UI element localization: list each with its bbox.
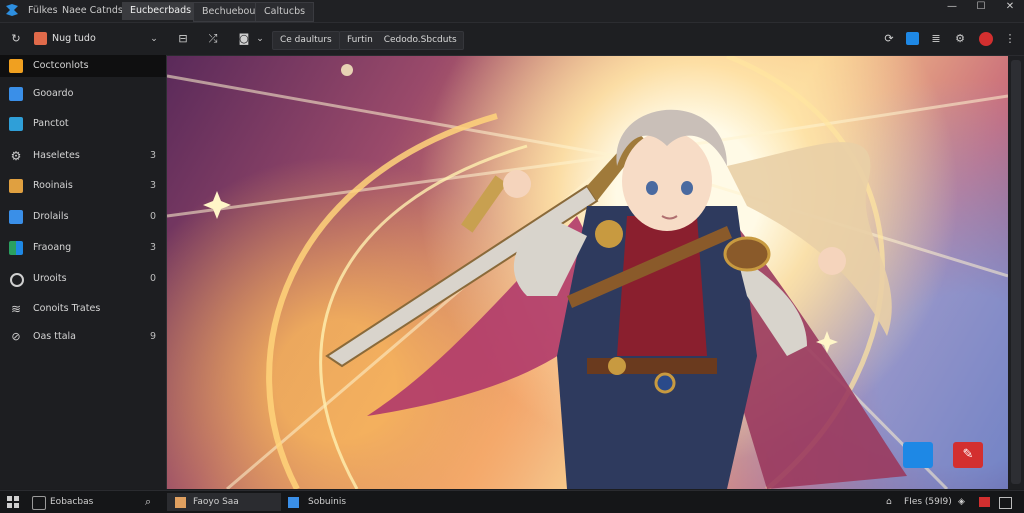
sidebar-item-count: 3 [149,242,156,253]
sidebar-item-9[interactable]: ⊘ Oas ttala 9 [0,326,166,348]
sidebar-item-label: Fraoang [33,242,72,253]
sidebar-item-label: Oas ttala [33,331,77,342]
alert-tray-icon[interactable] [979,497,990,507]
sidebar-item-count: 9 [149,331,156,342]
history-icon: ⊘ [11,330,21,343]
sidebar: Coctconlots Gooardo Panctot ⚙ Haseletes … [0,55,167,489]
sidebar-item-label: Gooardo [33,88,74,99]
notification-icon[interactable]: ⌂ [886,493,892,511]
toolbar: ↻ Nug tudo ⌄ ⊟ ⤮ ◙ ⌄ Ce daulturs Furtin … [0,23,1024,56]
app-icon [175,497,186,508]
sidebar-item-3[interactable]: ⚙ Haseletes 3 [0,145,166,167]
taskbar-app-label: Faoyo Saa [193,497,239,507]
sidebar-item-count: 3 [149,150,156,161]
list-icon[interactable]: ≣ [928,31,944,47]
maximize-button[interactable]: ☐ [967,0,995,14]
sidebar-item-0[interactable]: Coctconlots [0,55,166,77]
panel-icon[interactable]: ⊟ [175,31,191,47]
sidebar-item-1[interactable]: Gooardo [0,83,166,105]
image-icon [9,210,23,224]
cube-icon [9,87,23,101]
minimize-button[interactable]: — [938,0,966,14]
globe-icon [10,273,24,287]
menu-tab-5[interactable]: Caltucbs [255,2,315,22]
monitor-icon [9,117,23,131]
share-icon[interactable] [906,32,919,45]
sidebar-item-label: Coctconlots [33,60,89,71]
taskbar-app-1[interactable]: Faoyo Saa [167,493,281,511]
chevron-down-icon[interactable]: ⌄ [252,31,268,47]
sidebar-item-label: Urooits [33,273,67,284]
settings-icon[interactable]: ⚙ [952,31,968,47]
camera-icon[interactable]: ◙ [236,31,252,47]
sidebar-item-7[interactable]: Urooits 0 [0,268,166,290]
taskbar-app-label: Sobuinis [308,497,347,507]
sidebar-item-label: Conoits Trates [33,303,101,314]
scrollbar-thumb[interactable] [1011,60,1021,484]
search-icon[interactable]: ⌕ [145,493,151,511]
refresh-icon[interactable]: ↻ [8,31,24,47]
account-label[interactable]: Nug tudo [52,32,96,46]
taskbar-app-2[interactable]: Sobuinis [284,493,384,511]
sidebar-item-count: 3 [149,180,156,191]
app-icon [288,497,299,508]
folder-icon [9,59,23,73]
document-icon [9,179,23,193]
close-button[interactable]: ✕ [996,0,1024,14]
account-icon [34,32,47,45]
book-icon [9,241,23,255]
sidebar-item-count: 0 [149,273,156,284]
search-label[interactable]: Eobacbas [50,493,93,511]
tag-pill-label-a: Furtin [347,35,373,45]
network-icon[interactable]: ◈ [958,493,965,511]
sidebar-item-8[interactable]: ≋ Conoits Trates [0,298,166,320]
task-view-icon[interactable] [32,496,46,510]
menu-tab-2[interactable]: Naee Catnds [54,2,131,20]
app-logo-icon [5,3,19,17]
sidebar-item-label: Drolails [33,211,69,222]
more-icon[interactable]: ⋮ [1002,31,1018,47]
layers-icon: ≋ [10,302,22,316]
tag-pill-label-b: Cedodo.Sbcduts [383,35,457,45]
alert-icon[interactable] [979,32,993,46]
sidebar-item-5[interactable]: Drolails 0 [0,206,166,228]
sidebar-item-label: Rooinais [33,180,73,191]
view-toggle-button[interactable] [903,442,933,468]
sidebar-item-4[interactable]: Rooinais 3 [0,175,166,197]
start-menu-icon[interactable] [7,496,19,508]
display-icon[interactable] [999,497,1012,509]
title-bar: Fülkes Naee Catnds Eucbecrbads Bechuebou… [0,0,1024,23]
shuffle-icon[interactable]: ⤮ [205,31,221,47]
taskbar: Eobacbas ⌕ Faoyo Saa Sobuinis ⌂ FIes (59… [0,490,1024,513]
sync-icon[interactable]: ⟳ [881,31,897,47]
sidebar-item-6[interactable]: Fraoang 3 [0,237,166,259]
sidebar-item-2[interactable]: Panctot [0,113,166,135]
artwork-illustration [167,56,1008,489]
image-canvas[interactable]: ✎ [167,56,1008,489]
gear-icon: ⚙ [10,149,22,163]
chevron-down-icon[interactable]: ⌄ [146,31,162,47]
sidebar-item-label: Haseletes [33,150,80,161]
filter-pill[interactable]: Ce daulturs [272,31,340,50]
tray-text: FIes (59I9) [904,497,952,507]
pin-icon[interactable]: ✎ [953,442,983,468]
menu-tab-3[interactable]: Eucbecrbads [122,2,200,20]
sidebar-item-count: 0 [149,211,156,222]
sidebar-item-label: Panctot [33,118,69,129]
tag-pill[interactable]: Furtin Cedodo.Sbcduts [339,31,464,50]
